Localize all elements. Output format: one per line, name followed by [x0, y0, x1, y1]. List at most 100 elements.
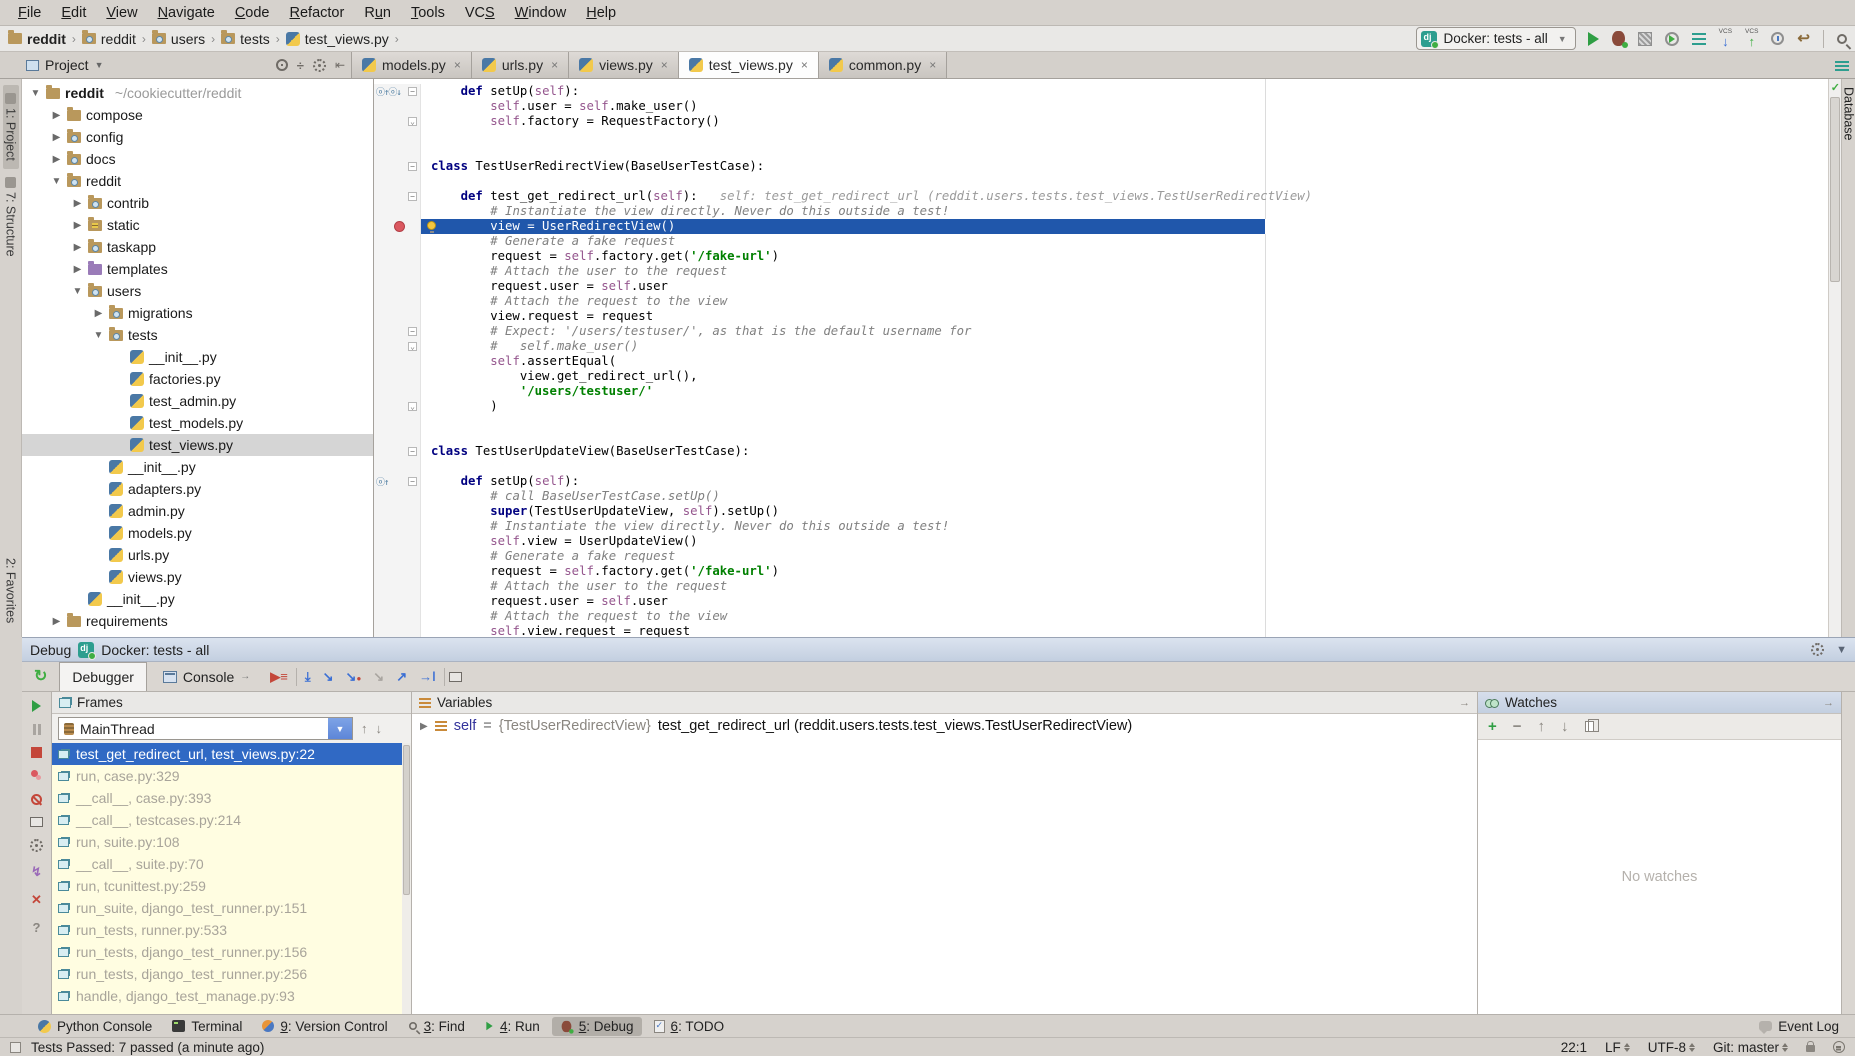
editor-gutter[interactable] [374, 534, 421, 549]
code-line[interactable]: ⌄ # self.make_user() [374, 339, 1841, 354]
code-text[interactable] [421, 174, 1841, 189]
pin-icon[interactable]: → [1823, 697, 1834, 709]
tree-item-tests[interactable]: ▼tests [22, 324, 373, 346]
editor-tab-urls-py[interactable]: urls.py× [472, 52, 569, 78]
chevron-collapsed-icon[interactable]: ▶ [72, 198, 83, 209]
fold-marker-icon[interactable]: ⌄ [408, 342, 417, 351]
code-text[interactable]: self.user = self.make_user() [421, 99, 1841, 114]
tool-button-favorites[interactable]: 2: Favorites [3, 550, 19, 631]
code-line[interactable]: '/users/testuser/' [374, 384, 1841, 399]
restore-layout-icon[interactable] [30, 817, 43, 827]
tool-button-project[interactable]: 1: Project [3, 85, 19, 169]
code-editor[interactable]: ⓞ↑ⓞ↓− def setUp(self): self.user = self.… [374, 79, 1841, 637]
step-out-icon[interactable]: ↗ [392, 669, 411, 685]
vcs-commit-icon[interactable]: VCS↑ [1745, 29, 1758, 49]
editor-gutter[interactable] [374, 309, 421, 324]
code-line[interactable]: # Generate a fake request [374, 549, 1841, 564]
code-line[interactable]: −class TestUserUpdateView(BaseUserTestCa… [374, 444, 1841, 459]
tool-window-switcher-icon[interactable] [10, 1042, 21, 1053]
editor-gutter[interactable] [374, 624, 421, 637]
menu-item-help[interactable]: Help [576, 2, 626, 24]
editor-gutter[interactable] [374, 549, 421, 564]
code-text[interactable]: # Attach the user to the request [421, 264, 1841, 279]
editor-gutter[interactable] [374, 204, 421, 219]
chevron-collapsed-icon[interactable]: ▶ [72, 220, 83, 231]
code-line[interactable]: # Attach the user to the request [374, 264, 1841, 279]
code-text[interactable]: # self.make_user() [421, 339, 1841, 354]
code-text[interactable]: def test_get_redirect_url(self): self: t… [421, 189, 1841, 204]
tool-button-database[interactable]: Database [1842, 83, 1855, 145]
search-icon[interactable] [1837, 34, 1847, 44]
intention-bulb-icon[interactable] [427, 221, 436, 230]
tree-item-__init__-py[interactable]: __init__.py [22, 346, 373, 368]
fold-marker-icon[interactable]: ⌄ [408, 402, 417, 411]
code-text[interactable]: # Instantiate the view directly. Never d… [421, 519, 1841, 534]
copy-icon[interactable] [1585, 721, 1594, 732]
chevron-collapsed-icon[interactable]: ▶ [72, 242, 83, 253]
code-text[interactable]: request.user = self.user [421, 594, 1841, 609]
step-over-icon[interactable]: ⤓ [301, 669, 315, 685]
editor-tab-test_views-py[interactable]: test_views.py× [679, 52, 819, 78]
code-line[interactable]: self.view.request = request [374, 624, 1841, 637]
editor-gutter[interactable] [374, 384, 421, 399]
editor-gutter[interactable]: ⌄ [374, 114, 421, 129]
line-separator-select[interactable]: LF [1605, 1040, 1630, 1055]
code-line[interactable]: view = UserRedirectView() [374, 219, 1841, 234]
tool-window-button-debug[interactable]: 5: Debug [552, 1017, 642, 1036]
code-text[interactable]: view = UserRedirectView() [421, 219, 1841, 234]
tree-item-static[interactable]: ▶static [22, 214, 373, 236]
code-text[interactable]: view.request = request [421, 309, 1841, 324]
code-line[interactable]: # Instantiate the view directly. Never d… [374, 519, 1841, 534]
code-text[interactable] [421, 459, 1841, 474]
fold-marker-icon[interactable]: − [408, 327, 417, 336]
editor-gutter[interactable]: − [374, 159, 421, 174]
tool-window-button-find[interactable]: 3: Find [400, 1017, 473, 1036]
menu-item-window[interactable]: Window [505, 2, 577, 24]
chevron-down-icon[interactable]: ▼ [95, 60, 104, 70]
tab-console[interactable]: Console → [151, 662, 262, 691]
frame-row[interactable]: __call__, testcases.py:214 [52, 809, 411, 831]
status-message[interactable]: Tests Passed: 7 passed (a minute ago) [31, 1040, 264, 1055]
mute-breakpoints-icon[interactable] [31, 794, 42, 805]
breadcrumb-item[interactable]: tests [221, 31, 270, 47]
code-line[interactable]: self.user = self.make_user() [374, 99, 1841, 114]
tree-item-__init__-py[interactable]: __init__.py [22, 456, 373, 478]
recent-changes-icon[interactable] [1771, 32, 1784, 45]
editor-gutter[interactable] [374, 219, 421, 234]
tree-item-test_models-py[interactable]: test_models.py [22, 412, 373, 434]
code-line[interactable]: # Attach the user to the request [374, 579, 1841, 594]
code-text[interactable]: # Attach the request to the view [421, 609, 1841, 624]
evaluate-expression-icon[interactable] [449, 672, 462, 682]
editor-gutter[interactable] [374, 414, 421, 429]
variable-row[interactable]: ▶ self = {TestUserRedirectView} test_get… [412, 714, 1477, 738]
tool-button-structure[interactable]: 7: Structure [3, 169, 19, 265]
tree-item-reddit[interactable]: ▼reddit [22, 170, 373, 192]
editor-gutter[interactable] [374, 609, 421, 624]
tree-item-config[interactable]: ▶config [22, 126, 373, 148]
menu-item-edit[interactable]: Edit [51, 2, 96, 24]
git-branch-select[interactable]: Git: master [1713, 1040, 1788, 1055]
editor-tab-common-py[interactable]: common.py× [819, 52, 947, 78]
code-line[interactable] [374, 414, 1841, 429]
menu-item-refactor[interactable]: Refactor [280, 2, 355, 24]
vcs-update-icon[interactable]: VCS↓ [1719, 29, 1732, 49]
tree-item-reddit[interactable]: ▼reddit~/cookiecutter/reddit [22, 82, 373, 104]
tool-window-button-todo[interactable]: 6: TODO [646, 1017, 733, 1036]
frames-scrollbar[interactable] [402, 743, 411, 1014]
chevron-collapsed-icon[interactable]: ▶ [51, 154, 62, 165]
editor-gutter[interactable] [374, 129, 421, 144]
editor-gutter[interactable] [374, 144, 421, 159]
code-text[interactable]: # call BaseUserTestCase.setUp() [421, 489, 1841, 504]
fold-marker-icon[interactable]: − [408, 447, 417, 456]
code-text[interactable]: self.factory = RequestFactory() [421, 114, 1841, 129]
tree-item-factories-py[interactable]: factories.py [22, 368, 373, 390]
close-tab-icon[interactable]: × [551, 58, 558, 72]
breadcrumb-item[interactable]: reddit [8, 31, 66, 47]
locate-file-icon[interactable] [276, 59, 288, 71]
tree-item-urls-py[interactable]: urls.py [22, 544, 373, 566]
code-line[interactable] [374, 429, 1841, 444]
rerun-icon[interactable]: ↻ [26, 669, 55, 685]
frame-row[interactable]: run_tests, runner.py:533 [52, 919, 411, 941]
code-line[interactable]: view.request = request [374, 309, 1841, 324]
code-line[interactable]: self.view = UserUpdateView() [374, 534, 1841, 549]
